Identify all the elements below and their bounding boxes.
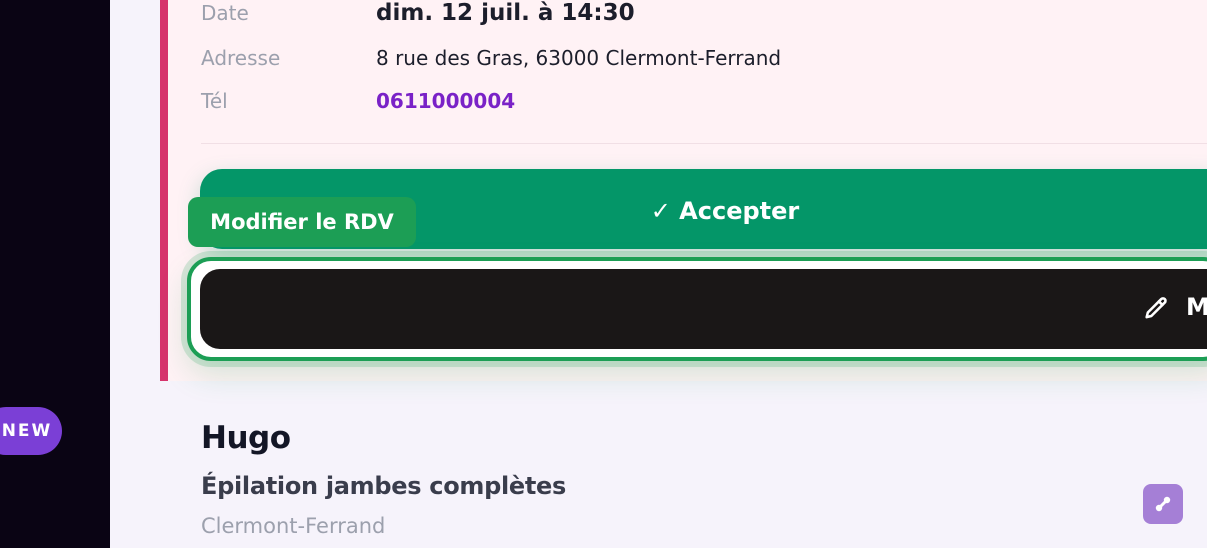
address-label: Adresse	[201, 46, 281, 70]
link-glyph-icon	[1155, 496, 1171, 512]
modify-label: M	[1186, 293, 1207, 321]
date-row: Date dim. 12 juil. à 14:30	[201, 0, 635, 26]
phone-row: Tél 0611000004	[201, 89, 515, 113]
service-name: Épilation jambes complètes	[201, 472, 567, 500]
modify-button[interactable]: M	[200, 269, 1207, 349]
pencil-icon	[1145, 297, 1167, 319]
address-row: Adresse 8 rue des Gras, 63000 Clermont-F…	[201, 46, 781, 70]
phone-link[interactable]: 0611000004	[376, 89, 515, 113]
phone-label: Tél	[201, 89, 228, 113]
date-value: dim. 12 juil. à 14:30	[376, 0, 635, 26]
date-label: Date	[201, 1, 249, 25]
accept-label: ✓ Accepter	[650, 197, 800, 225]
address-value: 8 rue des Gras, 63000 Clermont-Ferrand	[376, 46, 782, 70]
divider	[201, 143, 1207, 144]
left-sidebar: NEW	[0, 0, 110, 548]
new-badge[interactable]: NEW	[0, 407, 62, 455]
link-icon[interactable]	[1143, 484, 1183, 524]
modify-tooltip: Modifier le RDV	[188, 197, 416, 247]
card-accent-bar	[160, 0, 168, 381]
client-name: Hugo	[201, 420, 291, 456]
client-city: Clermont-Ferrand	[201, 514, 386, 538]
